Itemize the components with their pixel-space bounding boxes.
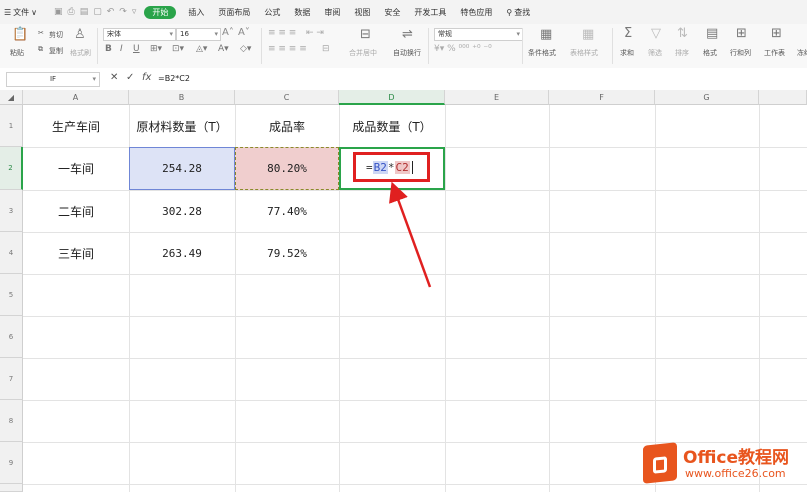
watermark: Office教程网 www.office26.com xyxy=(643,440,803,488)
office-logo-icon xyxy=(643,442,677,484)
watermark-brand: Office教程网 xyxy=(683,448,790,468)
annotation-arrow xyxy=(389,181,432,288)
watermark-url: www.office26.com xyxy=(685,467,786,480)
office-logo-inner xyxy=(653,456,667,474)
